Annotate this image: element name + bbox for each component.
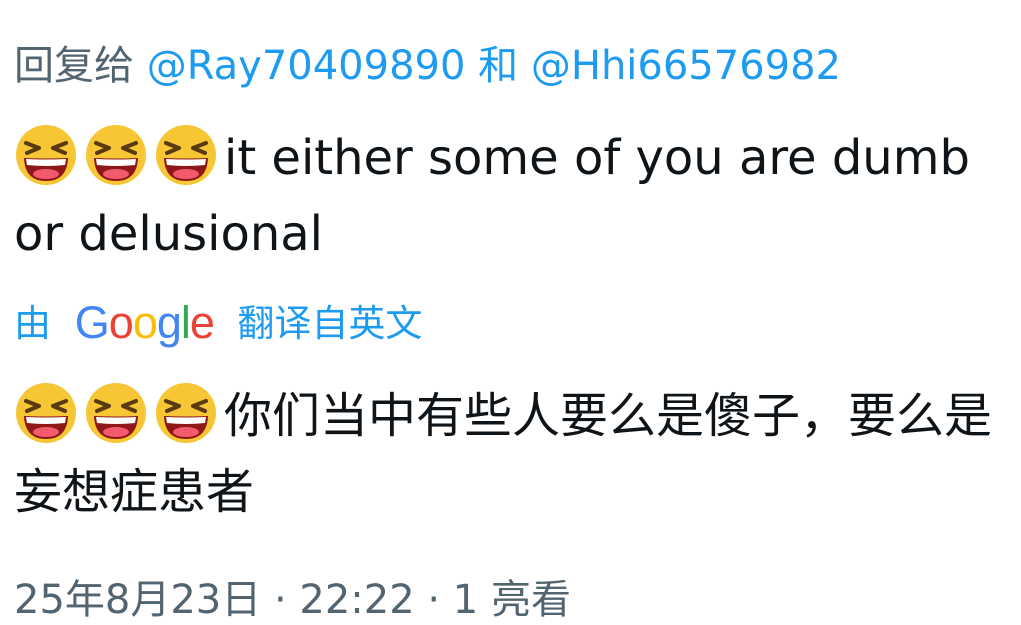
grinning-squinting-face-icon: [86, 383, 146, 443]
mention-hhi[interactable]: @Hhi66576982: [531, 43, 841, 89]
translated-by-prefix: 由: [14, 302, 51, 345]
grinning-squinting-face-icon: [156, 125, 216, 185]
google-logo: Google: [74, 297, 215, 348]
replying-to-line: 回复给 @Ray70409890 和 @Hhi66576982: [14, 38, 841, 94]
clipped-author-row: j y: [0, 0, 1021, 8]
tweet-text: it either some of you are dumb or delusi…: [14, 120, 974, 272]
mention-ray[interactable]: @Ray70409890: [147, 43, 466, 89]
grinning-squinting-face-icon: [16, 125, 76, 185]
grinning-squinting-face-icon: [16, 383, 76, 443]
tweet-timestamp[interactable]: 25年8月23日 · 22:22 · 1 亮看: [14, 575, 571, 625]
reply-prefix: 回复给: [14, 43, 134, 89]
grinning-squinting-face-icon: [86, 125, 146, 185]
translated-from-english-link[interactable]: 翻译自英文: [237, 302, 422, 345]
translated-by-line[interactable]: 由 Google 翻译自英文: [14, 294, 422, 353]
reply-joiner: 和: [478, 43, 519, 89]
translated-tweet-text: 你们当中有些人要么是傻子，要么是妄想症患者: [14, 378, 994, 530]
grinning-squinting-face-icon: [156, 383, 216, 443]
